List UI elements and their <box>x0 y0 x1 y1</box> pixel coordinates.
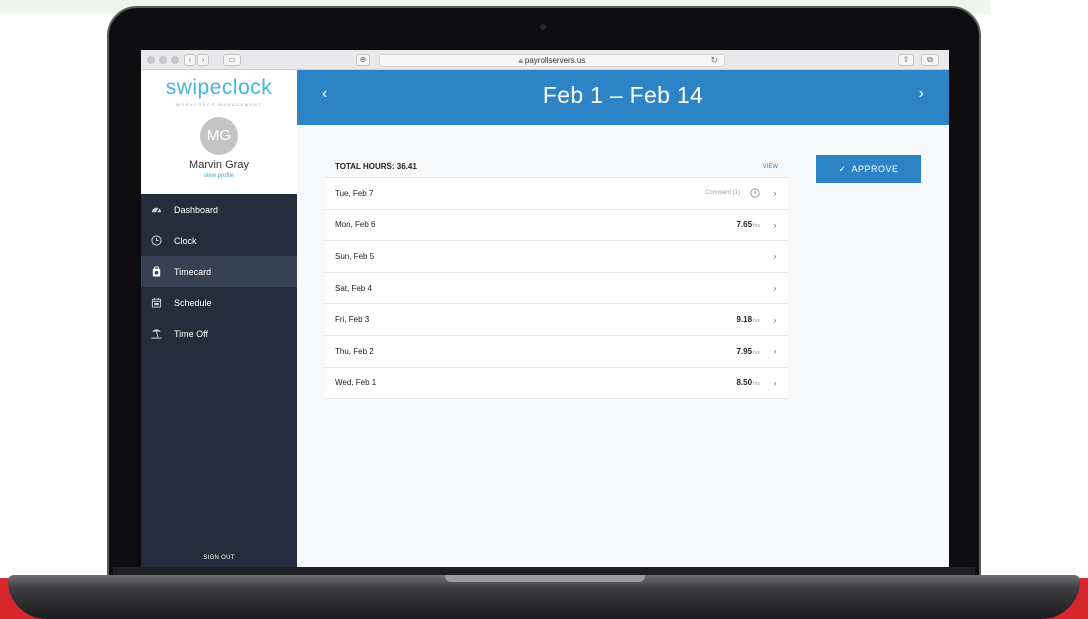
sidebar-toggle-button[interactable]: ▭ <box>223 54 241 66</box>
sign-out-button[interactable]: SIGN OUT <box>141 555 297 561</box>
hours-unit: hrs <box>753 223 760 230</box>
back-button[interactable]: ‹ <box>184 54 196 66</box>
tabs-button[interactable]: ⧉ <box>921 54 939 66</box>
page: ‹ › ▭ ⊕ 🔒︎ payrollservers.us ↻ ⇧ ⧉ swipec… <box>0 0 1088 619</box>
avatar[interactable]: MG <box>200 117 238 155</box>
table-row[interactable]: Sun, Feb 5 › <box>325 241 788 273</box>
privacy-icon[interactable]: ⊕ <box>356 54 370 66</box>
window-close-button[interactable] <box>147 56 155 64</box>
sidebar-item-timecard[interactable]: Timecard <box>141 256 297 287</box>
row-day: Tue, Feb 7 <box>335 188 374 198</box>
chevron-right-icon[interactable]: › <box>772 188 778 198</box>
calendar-icon <box>151 297 162 308</box>
row-hours: 7.65hrs <box>736 220 760 229</box>
table-row[interactable]: Thu, Feb 2 7.95hrs › <box>325 335 788 368</box>
row-day: Fri, Feb 3 <box>335 315 370 325</box>
sidebar: swipeclock WORKFORCE MANAGEMENT MG Marvi… <box>141 70 297 567</box>
clock-icon[interactable] <box>750 188 760 198</box>
view-link[interactable]: VIEW <box>763 164 778 170</box>
app-screen: ‹ › ▭ ⊕ 🔒︎ payrollservers.us ↻ ⇧ ⧉ swipec… <box>141 50 949 567</box>
hours-unit: hrs <box>753 381 760 388</box>
browser-toolbar: ‹ › ▭ ⊕ 🔒︎ payrollservers.us ↻ ⇧ ⧉ <box>141 50 949 70</box>
window-minimize-button[interactable] <box>159 56 167 64</box>
row-hours: 8.50hrs <box>736 378 760 387</box>
row-day: Mon, Feb 6 <box>335 220 376 230</box>
brand-logo: swipeclock <box>165 76 273 99</box>
hours-unit: hrs <box>753 349 760 356</box>
chevron-right-icon[interactable]: › <box>772 346 778 356</box>
hours-value: 7.65 <box>736 220 753 230</box>
main-content: TOTAL HOURS: 36.41 VIEW Tue, Feb 7 Comme… <box>297 125 949 567</box>
laptop-base-notch <box>445 575 645 582</box>
chevron-right-icon[interactable]: › <box>772 220 778 230</box>
approve-button[interactable]: ✓ APPROVE <box>816 155 921 183</box>
sidebar-item-time-off[interactable]: Time Off <box>141 318 297 349</box>
laptop-camera <box>540 24 546 30</box>
address-bar[interactable]: 🔒︎ payrollservers.us ↻ <box>379 54 725 67</box>
table-row[interactable]: Mon, Feb 6 7.65hrs › <box>325 209 788 242</box>
chevron-right-icon[interactable]: › <box>772 315 778 325</box>
table-row[interactable]: Wed, Feb 1 8.50hrs › <box>325 367 788 400</box>
sidebar-item-label: Dashboard <box>174 204 219 215</box>
profile-panel: swipeclock WORKFORCE MANAGEMENT MG Marvi… <box>141 70 297 194</box>
timecard-icon <box>152 266 161 277</box>
sidebar-item-clock[interactable]: Clock <box>141 225 297 256</box>
window-zoom-button[interactable] <box>171 56 179 64</box>
hours-value: 7.95 <box>736 346 753 356</box>
row-day: Thu, Feb 2 <box>335 346 374 356</box>
next-period-button[interactable]: › <box>919 85 924 103</box>
url-text: payrollservers.us <box>524 56 586 65</box>
hours-unit: hrs <box>753 318 760 325</box>
sidebar-item-label: Schedule <box>174 297 212 308</box>
chevron-right-icon[interactable]: › <box>772 378 778 388</box>
timecard-table: TOTAL HOURS: 36.41 VIEW Tue, Feb 7 Comme… <box>325 156 788 400</box>
sidebar-item-label: Clock <box>174 235 197 246</box>
checkmark-icon: ✓ <box>838 163 847 174</box>
chevron-right-icon[interactable]: › <box>772 251 778 261</box>
row-day: Wed, Feb 1 <box>335 378 377 388</box>
row-day: Sun, Feb 5 <box>335 251 375 261</box>
forward-button[interactable]: › <box>197 54 209 66</box>
table-row[interactable]: Sat, Feb 4 › <box>325 272 788 305</box>
comment-count[interactable]: Comment (1) <box>705 190 740 196</box>
share-button[interactable]: ⇧ <box>898 54 914 66</box>
row-hours: 9.18hrs <box>736 315 760 324</box>
dashboard-icon <box>151 207 162 213</box>
pay-period-title: Feb 1 – Feb 14 <box>542 82 704 108</box>
brand-tagline: WORKFORCE MANAGEMENT <box>175 102 263 107</box>
reload-icon[interactable]: ↻ <box>710 55 718 66</box>
timecard-header: TOTAL HOURS: 36.41 VIEW <box>325 156 788 178</box>
sidebar-item-label: Time Off <box>174 328 209 339</box>
row-hours: 7.95hrs <box>736 347 760 356</box>
lock-icon: 🔒︎ <box>518 56 523 65</box>
hours-value: 9.18 <box>736 315 753 325</box>
sidebar-item-schedule[interactable]: Schedule <box>141 287 297 318</box>
hours-value: 8.50 <box>736 378 753 388</box>
sidebar-item-dashboard[interactable]: Dashboard <box>141 194 297 225</box>
table-row[interactable]: Fri, Feb 3 9.18hrs › <box>325 304 788 336</box>
period-header: ‹ Feb 1 – Feb 14 › <box>297 70 949 125</box>
sidebar-item-label: Timecard <box>174 266 212 277</box>
user-name: Marvin Gray <box>189 159 249 171</box>
chevron-right-icon[interactable]: › <box>772 283 778 293</box>
total-hours: TOTAL HOURS: 36.41 <box>335 162 417 171</box>
approve-label: APPROVE <box>851 164 899 174</box>
beach-icon <box>151 329 162 339</box>
clock-icon <box>151 235 162 246</box>
row-day: Sat, Feb 4 <box>335 283 372 293</box>
view-profile-link[interactable]: view profile <box>141 173 297 179</box>
sidebar-nav: Dashboard Clock Timecard Schedule Time O… <box>141 194 297 349</box>
table-row[interactable]: Tue, Feb 7 Comment (1) › <box>325 178 788 210</box>
